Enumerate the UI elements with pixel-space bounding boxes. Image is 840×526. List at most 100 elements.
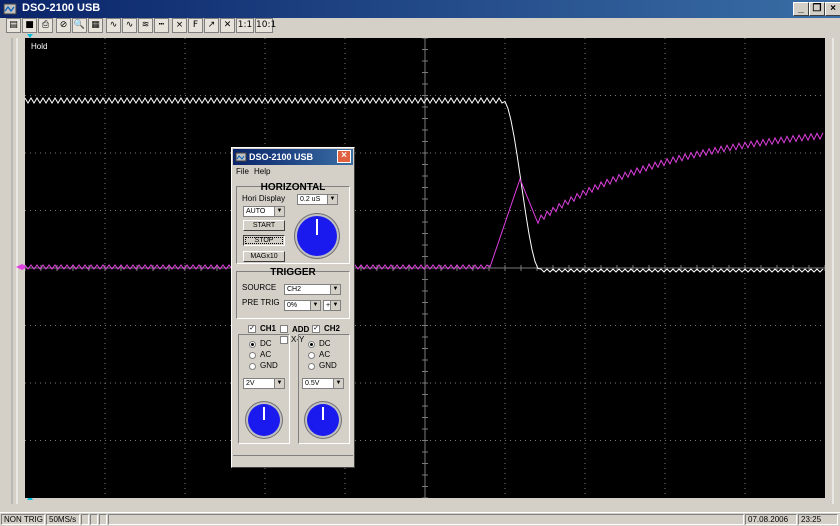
fft-icon: F — [192, 20, 199, 30]
sample-rate: 50MS/s — [46, 514, 80, 525]
ch2-volts-knob[interactable] — [307, 404, 339, 436]
ch1-label: CH1 — [260, 324, 277, 333]
panel-title: DSO-2100 USB — [249, 152, 314, 162]
ch2-gnd-label: GND — [319, 361, 337, 370]
menu-help[interactable]: Help — [254, 167, 270, 176]
ch1-ac-label: AC — [260, 350, 272, 359]
measure-icon: ↗ — [207, 20, 216, 30]
ch1-waveform — [24, 97, 824, 273]
timebase-knob[interactable] — [297, 216, 337, 256]
cursor-icon: × — [175, 20, 184, 30]
grid-icon: ▦ — [91, 20, 100, 30]
dashed-lines-button[interactable]: ┅ — [154, 18, 169, 33]
zoom-icon: 🔍 — [73, 20, 86, 30]
ch2-volts-select[interactable]: 0.5V ▼ — [302, 378, 344, 389]
ch1-volts-select[interactable]: 2V ▼ — [243, 378, 285, 389]
toolbar: ▤ ■ ⎙ ⊘ 🔍 ▦ ∿ ∿ ≋ ┅ × F ↗ ✕ 1:1 10:1 — [0, 18, 840, 34]
ch2-gnd-radio[interactable] — [308, 363, 315, 370]
ch1-ac-radio[interactable] — [249, 352, 256, 359]
ch2-dc-radio[interactable] — [308, 341, 315, 348]
status-message — [108, 514, 744, 525]
ch2-ac-radio[interactable] — [308, 352, 315, 359]
chevron-down-icon: ▼ — [327, 195, 337, 204]
wave-icon: ∿ — [125, 20, 134, 30]
trigger-group — [236, 271, 350, 319]
status-cell-1 — [81, 514, 89, 525]
horizontal-title: HORIZONTAL — [260, 182, 326, 193]
cursor-button[interactable]: × — [172, 18, 187, 33]
ch1-gnd-radio[interactable] — [249, 363, 256, 370]
window-title: DSO-2100 USB — [22, 2, 101, 14]
pretrig-select[interactable]: 0% ▼ — [284, 300, 321, 311]
stop-sign-icon: ⊘ — [59, 20, 68, 30]
sine-wave-icon: ∿ — [109, 20, 118, 30]
source-label: SOURCE — [242, 283, 277, 292]
ratio-1-1-button[interactable]: 1:1 — [236, 18, 254, 33]
chevron-down-icon: ▼ — [274, 207, 284, 216]
panel-status-bar — [233, 455, 353, 466]
trigger-source-select[interactable]: CH2 ▼ — [284, 284, 341, 295]
panel-close-button[interactable]: × — [337, 150, 351, 163]
main-title-bar: DSO-2100 USB _ ❐ × — [0, 0, 840, 18]
status-bar: NON TRIG 50MS/s 07.08.2006 23:25 — [0, 512, 840, 526]
math-wave-icon: ≋ — [141, 20, 150, 30]
control-panel: DSO-2100 USB × File Help HORIZONTAL Hori… — [231, 147, 355, 468]
dashed-lines-icon: ┅ — [158, 20, 165, 30]
chevron-down-icon: ▼ — [333, 379, 343, 388]
sine-wave-button[interactable]: ∿ — [106, 18, 121, 33]
ch2-checkbox[interactable]: ✓ — [312, 325, 320, 333]
timebase-select[interactable]: 0.2 uS ▼ — [297, 194, 338, 205]
ch1-dc-label: DC — [260, 339, 272, 348]
math-wave-button[interactable]: ≋ — [138, 18, 153, 33]
pretrig-label: PRE TRIG — [242, 298, 280, 307]
ratio-10-1-button[interactable]: 10:1 — [255, 18, 277, 33]
panel-app-icon — [235, 152, 247, 162]
ch1-volts-knob[interactable] — [248, 404, 280, 436]
add-label: ADD — [292, 325, 310, 334]
open-button[interactable]: ▤ — [6, 18, 21, 33]
mode-select[interactable]: AUTO ▼ — [243, 206, 285, 217]
trigger-slope-select[interactable]: + ▼ — [323, 300, 341, 311]
hori-display-label: Hori Display — [242, 194, 286, 203]
chevron-down-icon: ▼ — [274, 379, 284, 388]
ch1-checkbox[interactable]: ✓ — [248, 325, 256, 333]
waveform-area — [24, 37, 826, 499]
close-icon: × — [830, 3, 836, 14]
fft-button[interactable]: F — [188, 18, 203, 33]
ch2-dc-label: DC — [319, 339, 331, 348]
panel-title-bar[interactable]: DSO-2100 USB × — [233, 149, 353, 165]
measure-button[interactable]: ↗ — [204, 18, 219, 33]
wave-button[interactable]: ∿ — [122, 18, 137, 33]
close-button[interactable]: × — [825, 2, 840, 16]
xy-button[interactable]: ✕ — [220, 18, 235, 33]
stop-button[interactable]: STOP — [243, 235, 285, 246]
app-icon — [3, 3, 17, 15]
add-checkbox[interactable] — [280, 325, 288, 333]
minimize-button[interactable]: _ — [793, 2, 809, 16]
ch2-label: CH2 — [324, 324, 341, 333]
grid-button[interactable]: ▦ — [88, 18, 103, 33]
trigger-title: TRIGGER — [270, 267, 316, 278]
chevron-down-icon: ▼ — [330, 301, 340, 310]
start-button[interactable]: START — [243, 220, 285, 231]
hold-label: Hold — [31, 42, 48, 51]
ratio-10-1-icon: 10:1 — [256, 20, 277, 30]
ch1-dc-radio[interactable] — [249, 341, 256, 348]
ratio-1-1-icon: 1:1 — [237, 20, 253, 30]
menu-file[interactable]: File — [236, 167, 249, 176]
save-button[interactable]: ■ — [22, 18, 37, 33]
open-icon: ▤ — [9, 20, 18, 30]
print-button[interactable]: ⎙ — [38, 18, 53, 33]
minimize-icon: _ — [798, 3, 804, 14]
trigger-status: NON TRIG — [1, 514, 45, 525]
save-icon: ■ — [25, 20, 34, 30]
zoom-button[interactable]: 🔍 — [72, 18, 87, 33]
restore-button[interactable]: ❐ — [809, 2, 825, 16]
chevron-down-icon: ▼ — [330, 285, 340, 294]
xy-icon: ✕ — [223, 20, 232, 30]
status-date: 07.08.2006 — [745, 514, 797, 525]
stop-sign-button[interactable]: ⊘ — [56, 18, 71, 33]
scope-screen[interactable] — [24, 37, 826, 499]
print-icon: ⎙ — [41, 20, 50, 30]
mag-x10-button[interactable]: MAGx10 — [243, 251, 285, 262]
